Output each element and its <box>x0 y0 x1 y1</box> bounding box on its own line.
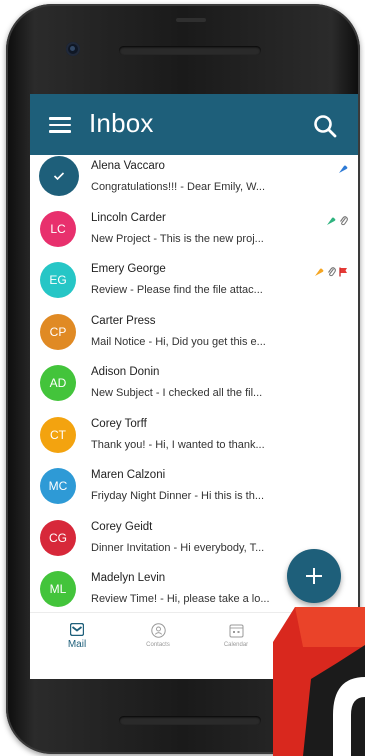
snippet: Hi everybody, T... <box>180 541 265 554</box>
phone-notch <box>176 18 206 22</box>
nav-contacts-label: Contacts <box>146 642 170 648</box>
brand-logo-icon <box>273 607 365 756</box>
red-flag-icon <box>339 264 348 282</box>
sender-name: Carter Press <box>91 314 156 327</box>
subject: New Subject <box>91 387 153 399</box>
search-icon[interactable] <box>313 114 337 138</box>
sender-name: Corey Torff <box>91 417 147 430</box>
nav-calendar-label: Calendar <box>223 642 249 648</box>
nav-contacts[interactable]: Contacts <box>123 623 193 673</box>
message-preview: Dinner Invitation - Hi everybody, T... <box>91 542 264 554</box>
message-preview: Mail Notice - Hi, Did you get this e... <box>91 336 266 348</box>
subject: Congratulations!!! <box>91 181 178 193</box>
separator: - <box>150 232 160 245</box>
separator: - <box>152 387 163 399</box>
sender-name: Alena Vaccaro <box>91 160 165 172</box>
list-item[interactable]: CT Corey Torff Thank you! - Hi, I wanted t… <box>30 413 358 464</box>
list-item[interactable]: MC Maren Calzoni Friyday Night Dinner - Hi… <box>30 464 358 515</box>
bottom-speaker <box>119 716 261 725</box>
message-preview: Review - Please find the file attac... <box>91 284 263 296</box>
message-flags <box>314 264 348 282</box>
sender-name: Adison Donin <box>91 366 160 378</box>
calendar-icon <box>229 624 243 638</box>
subject: Mail Notice <box>91 335 146 348</box>
sender-name: Maren Calzoni <box>91 469 166 481</box>
app-bar: Inbox <box>30 94 358 155</box>
mail-icon <box>70 623 84 636</box>
hamburger-menu-icon[interactable] <box>49 117 71 133</box>
green-tag-icon <box>326 213 336 231</box>
avatar-initials: CP <box>49 324 67 339</box>
snippet: I checked all the fil... <box>162 387 263 399</box>
avatar[interactable]: LC <box>40 210 76 247</box>
avatar[interactable]: CP <box>40 313 76 350</box>
avatar-initials: CG <box>49 530 67 545</box>
sender-name: Emery George <box>91 263 166 275</box>
attachment-icon <box>339 213 348 231</box>
snippet: Hi, please take a lo... <box>166 593 270 605</box>
separator: - <box>157 593 167 605</box>
app-screen: Inbox Alena Vaccaro Congratulations!!! - … <box>30 94 358 679</box>
separator: - <box>145 438 156 451</box>
blue-tag-icon <box>338 161 348 179</box>
sender-name: Madelyn Levin <box>91 572 166 584</box>
nav-mail[interactable]: Mail <box>42 623 112 673</box>
snippet: Dear Emily, W... <box>187 181 266 193</box>
message-preview: Thank you! - Hi, I wanted to thank... <box>91 439 265 451</box>
separator: - <box>177 181 187 193</box>
snippet: This is the new proj... <box>159 232 264 245</box>
avatar-initials: CT <box>50 427 66 442</box>
list-item[interactable]: CP Carter Press Mail Notice - Hi, Did you … <box>30 310 358 361</box>
snippet: Please find the file attac... <box>136 284 263 296</box>
page-title: Inbox <box>89 108 154 138</box>
avatar-initials: MC <box>48 479 68 493</box>
sender-name: Lincoln Carder <box>91 211 166 224</box>
subject: Friyday Night Dinner <box>91 490 192 502</box>
avatar[interactable]: CT <box>40 416 76 453</box>
snippet: Hi, Did you get this e... <box>155 335 266 348</box>
attachment-icon <box>327 264 336 282</box>
message-flags <box>338 161 348 179</box>
nav-mail-label: Mail <box>67 639 87 650</box>
compose-button[interactable] <box>287 549 341 603</box>
separator: - <box>170 541 181 554</box>
contacts-icon <box>150 623 166 638</box>
message-flags <box>326 213 348 231</box>
avatar-initials: LC <box>50 221 66 236</box>
earpiece-speaker <box>119 46 261 55</box>
snippet: Hi, I wanted to thank... <box>155 438 265 451</box>
snippet: Hi this is th... <box>201 490 265 502</box>
avatar-initials: ML <box>49 582 67 596</box>
avatar[interactable]: AD <box>40 365 76 401</box>
message-preview: New Subject - I checked all the fil... <box>91 387 262 399</box>
subject: Review <box>91 284 128 296</box>
checkmark-icon <box>53 172 65 181</box>
subject: Thank you! <box>91 438 146 451</box>
separator: - <box>191 490 202 502</box>
avatar[interactable]: EG <box>40 262 76 298</box>
subject: Review Time! <box>91 593 158 605</box>
separator: - <box>145 335 156 348</box>
separator: - <box>127 284 137 296</box>
subject: New Project <box>91 232 151 245</box>
orange-tag-icon <box>314 264 324 282</box>
subject: Dinner Invitation <box>91 541 171 554</box>
sender-name: Corey Geidt <box>91 520 153 533</box>
avatar[interactable]: MC <box>40 468 76 504</box>
selected-avatar[interactable] <box>39 156 79 196</box>
list-item[interactable]: LC Lincoln Carder New Project - This is th… <box>30 207 358 258</box>
avatar[interactable]: ML <box>40 571 76 607</box>
avatar-initials: EG <box>49 273 67 287</box>
message-preview: Friyday Night Dinner - Hi this is th... <box>91 490 264 502</box>
list-item[interactable]: AD Adison Donin New Subject - I checked al… <box>30 361 358 412</box>
nav-calendar[interactable]: Calendar <box>201 623 271 673</box>
avatar[interactable]: CG <box>40 519 76 556</box>
message-preview: Review Time! - Hi, please take a lo... <box>91 593 270 605</box>
list-item[interactable]: Alena Vaccaro Congratulations!!! - Dear E… <box>30 155 358 206</box>
front-camera <box>66 42 80 56</box>
list-item[interactable]: EG Emery George Review - Please find the f… <box>30 258 358 309</box>
message-preview: New Project - This is the new proj... <box>91 233 264 245</box>
message-preview: Congratulations!!! - Dear Emily, W... <box>91 181 265 193</box>
avatar-initials: AD <box>49 376 67 390</box>
